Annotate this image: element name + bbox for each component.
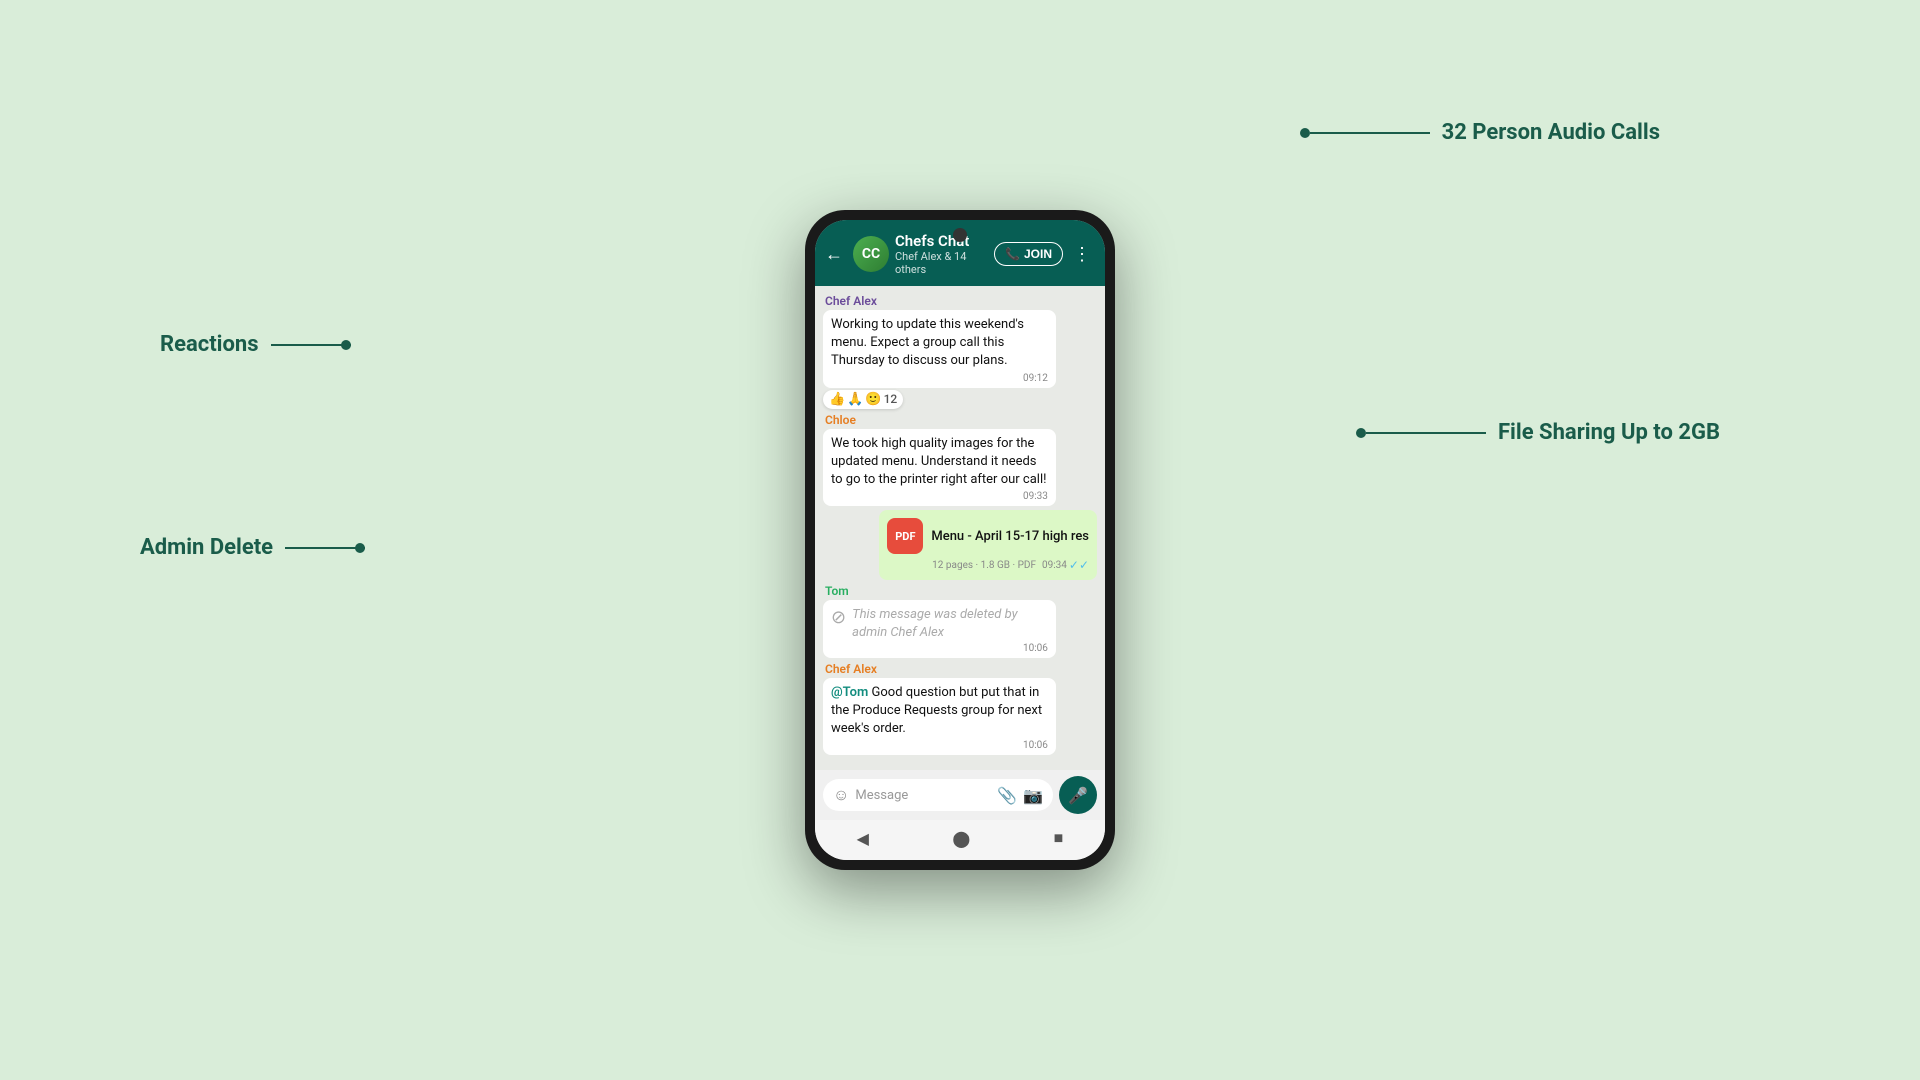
pdf-name: Menu - April 15-17 high res <box>931 529 1089 544</box>
deleted-text: This message was deleted by admin Chef A… <box>852 606 1048 642</box>
mic-button[interactable]: 🎤 <box>1059 776 1097 814</box>
message-text: @Tom Good question but put that in the P… <box>831 684 1048 739</box>
pdf-icon: PDF <box>887 518 923 554</box>
audio-calls-annotation: 32 Person Audio Calls <box>1300 120 1660 145</box>
list-item: Tom ⊘ This message was deleted by admin … <box>823 584 1056 657</box>
pdf-attachment[interactable]: PDF Menu - April 15-17 high res 12 pages… <box>879 510 1097 580</box>
attach-icon[interactable]: 📎 <box>997 786 1017 805</box>
reactions-line <box>271 344 351 346</box>
camera-icon[interactable]: 📷 <box>1023 786 1043 805</box>
navigation-bar: ◀ ⬤ ■ <box>815 820 1105 860</box>
list-item: Chloe We took high quality images for th… <box>823 413 1056 507</box>
mention-tag: @Tom <box>831 685 868 700</box>
reaction-smile: 🙂 <box>865 392 881 407</box>
reactions-annotation: Reactions <box>160 332 351 357</box>
file-sharing-label: File Sharing Up to 2GB <box>1498 420 1720 445</box>
more-options-icon[interactable]: ⋮ <box>1069 242 1095 267</box>
recents-nav-button[interactable]: ■ <box>1054 828 1064 848</box>
reactions-label: Reactions <box>160 332 259 357</box>
group-members: Chef Alex & 14 others <box>895 250 988 276</box>
message-text: Working to update this weekend's menu. E… <box>831 316 1048 371</box>
message-placeholder: Message <box>855 788 991 803</box>
admin-delete-label: Admin Delete <box>140 535 273 560</box>
home-nav-button[interactable]: ⬤ <box>952 829 970 848</box>
message-time: 10:06 <box>831 643 1048 654</box>
pdf-meta: 12 pages · 1.8 GB · PDF <box>932 560 1036 571</box>
reaction-pray: 🙏 <box>847 392 863 407</box>
header-info[interactable]: Chefs Chat Chef Alex & 14 others <box>895 232 988 276</box>
file-sharing-line <box>1366 432 1486 434</box>
admin-delete-annotation: Admin Delete <box>140 535 365 560</box>
message-text: We took high quality images for the upda… <box>831 435 1048 490</box>
message-reactions[interactable]: 👍 🙏 🙂 12 <box>823 390 903 409</box>
message-ticks: ✓✓ <box>1069 558 1089 572</box>
emoji-icon[interactable]: ☺ <box>833 785 849 805</box>
message-time: 10:06 <box>831 740 1048 751</box>
message-sender: Chef Alex <box>823 662 1056 676</box>
phone: ← CC Chefs Chat Chef Alex & 14 others 📞 … <box>805 210 1115 870</box>
group-name: Chefs Chat <box>895 232 988 250</box>
message-sender: Tom <box>823 584 1056 598</box>
message-time: 09:33 <box>831 491 1048 502</box>
list-item: PDF Menu - April 15-17 high res 12 pages… <box>879 510 1097 580</box>
admin-delete-line <box>285 547 365 549</box>
group-avatar[interactable]: CC <box>853 236 889 272</box>
message-time: 09:12 <box>831 373 1048 384</box>
back-icon[interactable]: ← <box>821 242 847 267</box>
message-sender: Chloe <box>823 413 1056 427</box>
phone-notch <box>953 228 967 242</box>
pdf-header: PDF Menu - April 15-17 high res <box>887 518 1089 554</box>
message-bubble: @Tom Good question but put that in the P… <box>823 678 1056 756</box>
message-sender: Chef Alex <box>823 294 1056 308</box>
reaction-thumbs-up: 👍 <box>829 392 845 407</box>
phone-icon: 📞 <box>1005 247 1020 261</box>
deleted-message: ⊘ This message was deleted by admin Chef… <box>831 606 1048 642</box>
message-time: 12 pages · 1.8 GB · PDF 09:34 ✓✓ <box>887 558 1089 572</box>
reaction-count: 12 <box>884 392 898 406</box>
message-input-field[interactable]: ☺ Message 📎 📷 <box>823 779 1053 811</box>
join-button[interactable]: 📞 JOIN <box>994 242 1063 266</box>
phone-screen: ← CC Chefs Chat Chef Alex & 14 others 📞 … <box>815 220 1105 860</box>
phone-wrapper: ← CC Chefs Chat Chef Alex & 14 others 📞 … <box>805 210 1115 870</box>
deleted-icon: ⊘ <box>831 607 846 628</box>
input-icons: 📎 📷 <box>997 786 1043 805</box>
deleted-message-bubble: ⊘ This message was deleted by admin Chef… <box>823 600 1056 657</box>
audio-calls-label: 32 Person Audio Calls <box>1442 120 1660 145</box>
audio-calls-line <box>1310 132 1430 134</box>
file-sharing-annotation: File Sharing Up to 2GB <box>1356 420 1720 445</box>
message-bubble: We took high quality images for the upda… <box>823 429 1056 507</box>
file-sharing-dot <box>1356 428 1366 438</box>
audio-calls-dot <box>1300 128 1310 138</box>
input-bar: ☺ Message 📎 📷 🎤 <box>815 770 1105 820</box>
chat-area[interactable]: Chef Alex Working to update this weekend… <box>815 286 1105 770</box>
message-bubble: Working to update this weekend's menu. E… <box>823 310 1056 388</box>
list-item: Chef Alex Working to update this weekend… <box>823 294 1056 409</box>
list-item: Chef Alex @Tom Good question but put tha… <box>823 662 1056 756</box>
back-nav-button[interactable]: ◀ <box>857 829 869 848</box>
